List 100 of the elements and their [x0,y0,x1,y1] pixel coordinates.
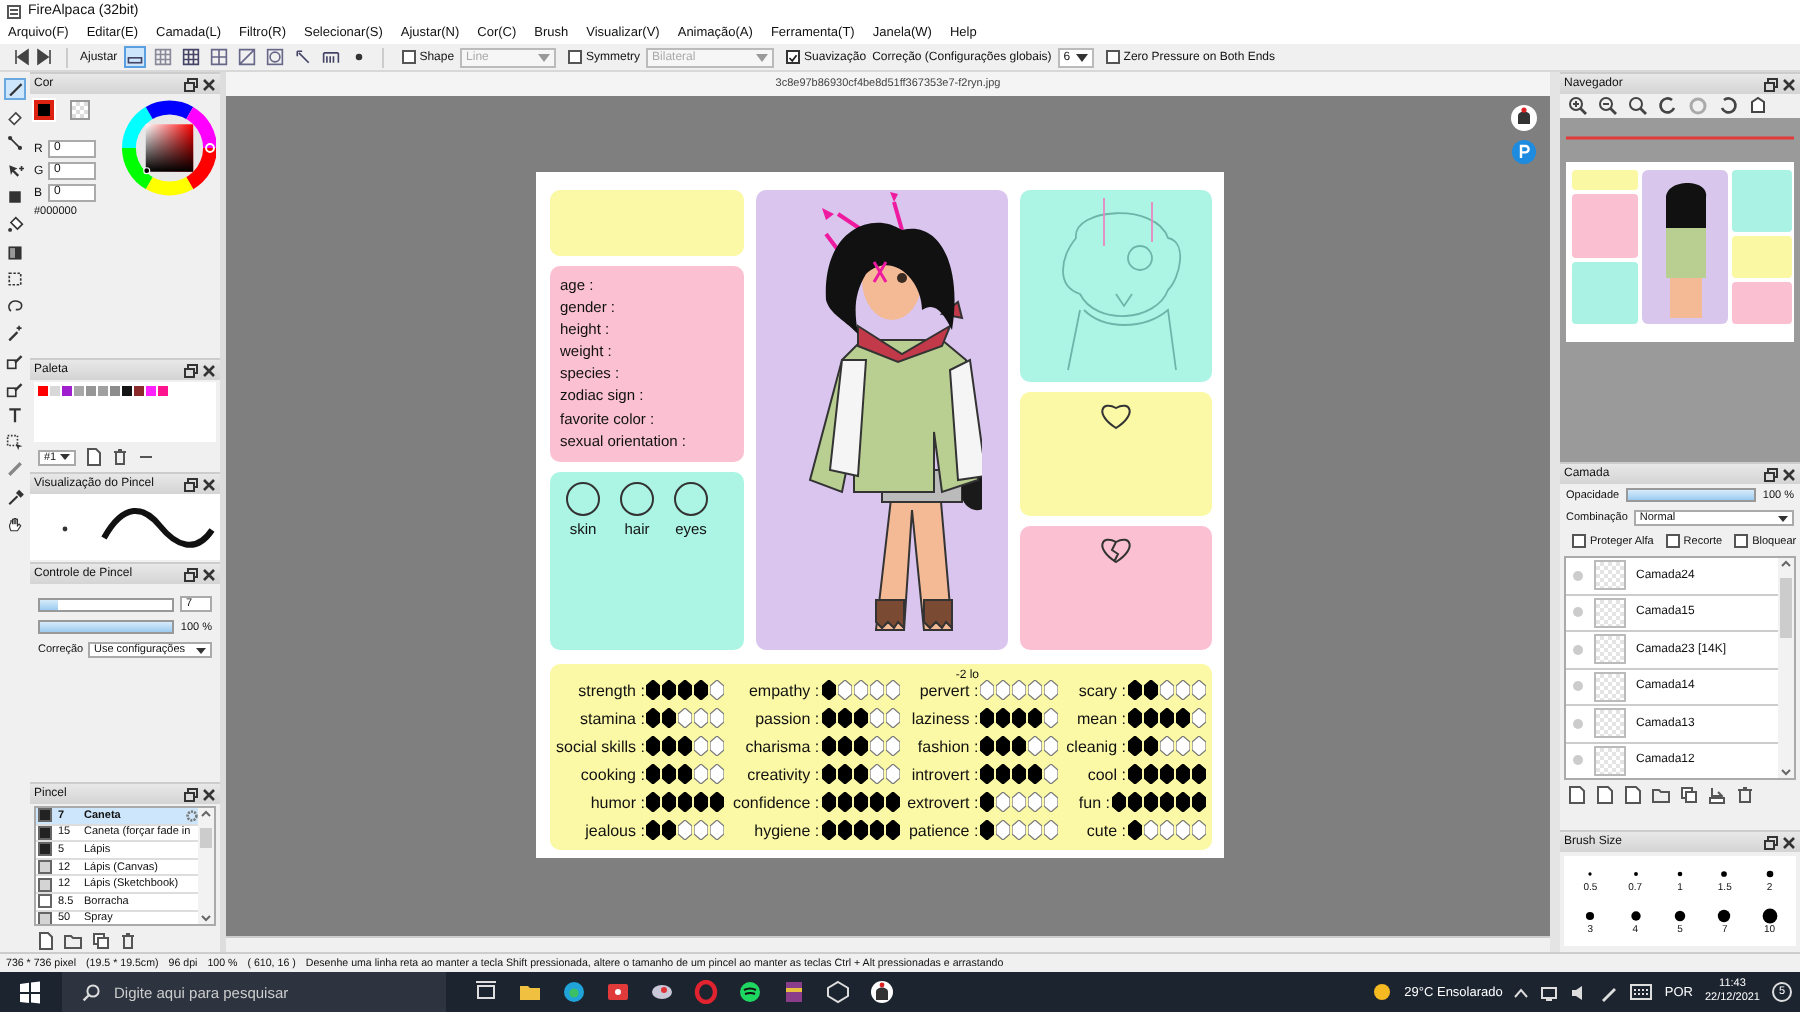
pen-icon[interactable] [1600,983,1619,1001]
detach-icon[interactable] [1764,467,1778,481]
palette-swatch[interactable] [110,386,120,396]
palette-swatch[interactable] [134,386,144,396]
snap-mode-icon[interactable] [235,46,258,68]
checkbox[interactable] [1665,534,1680,548]
alpaca-icon[interactable] [870,980,894,1004]
windows-logo-icon[interactable] [18,980,42,1004]
transparent-color-swatch[interactable] [70,100,90,120]
snap-mode-icon[interactable] [179,46,202,68]
close-icon[interactable] [1782,835,1796,849]
folder-icon[interactable] [518,980,542,1004]
folder-icon[interactable] [1652,786,1670,804]
tool-icon[interactable] [4,241,26,264]
detach-icon[interactable] [184,477,198,491]
palette-swatch[interactable] [98,386,108,396]
tool-icon[interactable] [4,159,26,182]
detach-icon[interactable] [184,787,198,801]
snap-mode-icon[interactable] [291,46,314,68]
task-view-icon[interactable] [474,980,498,1004]
checkbox[interactable] [568,50,583,64]
checkbox[interactable] [1105,50,1120,64]
tool-icon[interactable] [4,404,26,427]
zoom-reset-icon[interactable] [1628,96,1648,116]
keyboard-icon[interactable] [1630,984,1653,1000]
zoom-out-icon[interactable] [1598,96,1618,116]
snap-mode-icon[interactable] [123,46,146,68]
tool-icon[interactable] [4,485,26,508]
rotate-left-icon[interactable] [1658,96,1678,116]
color-wheel[interactable] [121,100,216,196]
rotate-right-icon[interactable] [1718,96,1738,116]
edge-icon[interactable] [562,980,586,1004]
tool-icon[interactable] [4,513,26,535]
tool-icon[interactable] [4,78,26,100]
checkbox[interactable] [1734,534,1749,548]
tool-icon[interactable] [4,377,26,400]
copy-icon[interactable] [1680,786,1698,804]
trash-icon[interactable] [112,448,129,466]
close-icon[interactable] [202,363,216,377]
close-icon[interactable] [202,77,216,91]
visibility-dot-icon[interactable] [1572,606,1584,619]
chevron-up-icon[interactable] [1514,987,1529,997]
snap-mode-icon[interactable] [263,46,286,68]
tool-icon[interactable] [4,132,26,155]
palette-swatch[interactable] [86,386,96,396]
detach-icon[interactable] [184,77,198,91]
spotify-icon[interactable] [738,980,762,1004]
app-icon[interactable] [606,980,630,1004]
palette-swatch[interactable] [62,386,72,396]
tool-icon[interactable] [4,349,26,372]
tool-icon[interactable] [4,186,26,209]
palette-swatch[interactable] [38,386,48,396]
tool-icon[interactable] [4,268,26,291]
palette-swatch[interactable] [74,386,84,396]
visibility-dot-icon[interactable] [1572,569,1584,582]
archive-icon[interactable] [782,980,806,1004]
tool-icon[interactable] [4,431,26,454]
palette-swatch[interactable] [50,386,60,396]
visibility-dot-icon[interactable] [1572,717,1584,730]
trash-icon[interactable] [1736,786,1754,804]
palette-swatch[interactable] [158,386,168,396]
app-icon[interactable] [826,980,850,1004]
foreground-color-swatch[interactable] [34,100,54,120]
opera-icon[interactable] [694,980,718,1004]
snap-mode-icon[interactable] [319,46,342,68]
new-page-icon[interactable] [86,448,103,466]
search-icon [82,983,100,1001]
close-icon[interactable] [202,787,216,801]
close-icon[interactable] [1782,77,1796,91]
app-icon[interactable] [650,980,674,1004]
close-icon[interactable] [1782,467,1796,481]
alpaca-icon[interactable] [1510,104,1538,132]
visibility-dot-icon[interactable] [1572,643,1584,656]
tool-icon[interactable] [4,213,26,236]
detach-icon[interactable] [1764,77,1778,91]
visibility-dot-icon[interactable] [1572,754,1584,767]
detach-icon[interactable] [184,567,198,581]
p-logo-icon[interactable] [1512,140,1536,164]
checkbox[interactable] [786,50,801,64]
close-icon[interactable] [202,477,216,491]
tool-icon[interactable] [4,322,26,345]
detach-icon[interactable] [1764,835,1778,849]
trash-icon[interactable] [120,932,136,950]
next-frame-icon[interactable] [36,48,54,66]
copy-icon[interactable] [92,932,110,950]
previous-frame-icon[interactable] [12,48,30,66]
palette-swatch[interactable] [122,386,132,396]
visibility-dot-icon[interactable] [1572,680,1584,693]
zoom-in-icon[interactable] [1568,96,1588,116]
size-slider[interactable] [38,597,174,611]
network-icon[interactable] [1540,983,1559,1001]
snap-mode-icon[interactable] [207,46,230,68]
merge-icon[interactable] [1708,786,1726,804]
new-page-icon[interactable] [38,932,54,950]
detach-icon[interactable] [184,363,198,377]
checkbox[interactable] [1572,534,1586,548]
close-icon[interactable] [202,567,216,581]
palette-swatch[interactable] [146,386,156,396]
layer-thumbnail [1594,745,1626,776]
checkbox[interactable] [401,50,416,64]
